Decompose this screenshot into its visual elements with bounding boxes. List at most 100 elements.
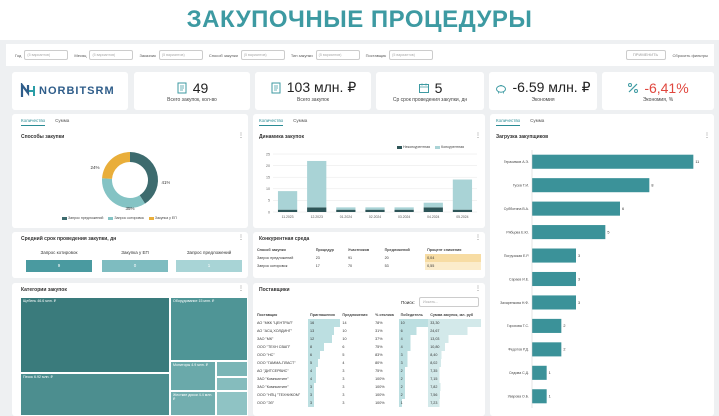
bar-segment[interactable] — [307, 207, 327, 212]
more-menu-icon[interactable]: ⋮ — [475, 234, 481, 241]
bar-segment[interactable] — [365, 209, 385, 212]
table-row[interactable]: ООО "НПЦ "ТЕХНИКОМ" 3 3 100% 2 7,56 — [255, 391, 481, 399]
table-row[interactable]: ООО "ТЕХН СВАП" 8 6 75% 4 10,80 — [255, 343, 481, 351]
filter-supplier-select[interactable]: (5 вариантов) — [389, 50, 434, 60]
filter-year-select[interactable]: (5 вариантов) — [24, 50, 69, 60]
tab-sum[interactable]: Сумма — [293, 118, 307, 126]
avg-label: Закупка у ЕП — [121, 250, 149, 255]
table-row[interactable]: ЗАО "Компьютинг" 4 3 100% 2 7,15 — [255, 375, 481, 383]
bar-segment[interactable] — [394, 207, 414, 210]
bar-value-label: 3 — [578, 301, 580, 305]
table-row[interactable]: ООО "НС" 6 5 83% 3 8,40 — [255, 351, 481, 359]
reset-filters-link[interactable]: Сбросить фильтры — [673, 53, 708, 58]
avg-label: Запрос предложений — [186, 250, 232, 255]
bar[interactable] — [532, 389, 547, 404]
winner-cell: 1 — [398, 399, 429, 407]
tab-count[interactable]: Количество — [21, 118, 46, 126]
more-menu-icon[interactable]: ⋮ — [238, 234, 244, 241]
cell: 0,04 — [425, 254, 481, 262]
treemap-tile-hard-drives[interactable]: Жесткие диски 4.4 млн. ₽ — [170, 391, 216, 416]
bar[interactable] — [532, 248, 576, 263]
table-row[interactable]: АО "ДИТСЕРВИС" 4 3 75% 2 7,35 — [255, 367, 481, 375]
bar[interactable] — [532, 154, 694, 169]
donut-slice[interactable] — [130, 152, 158, 204]
cell: 17 — [315, 264, 320, 268]
filter-method-select[interactable]: (5 вариантов) — [240, 50, 285, 60]
more-menu-icon[interactable]: ⋮ — [704, 132, 710, 139]
x-tick-label: 11.2023 — [282, 215, 294, 219]
more-menu-icon[interactable]: ⋮ — [475, 285, 481, 292]
donut-slice[interactable] — [102, 178, 146, 208]
bar-segment[interactable] — [394, 209, 414, 212]
response-pct-cell: 75% — [375, 369, 383, 373]
bar-value-label: 6 — [622, 207, 624, 211]
more-menu-icon[interactable]: ⋮ — [238, 132, 244, 139]
x-tick-label: 01.2024 — [340, 215, 352, 219]
tab-sum[interactable]: Сумма — [55, 118, 69, 126]
bar-segment[interactable] — [365, 207, 385, 210]
filter-type-select[interactable]: (5 вариантов) — [315, 50, 360, 60]
treemap-tile[interactable] — [216, 377, 248, 391]
donut-slice[interactable] — [102, 152, 130, 179]
tab-count[interactable]: Количество — [259, 118, 284, 126]
bar-segment[interactable] — [277, 191, 298, 210]
y-tick-label: 15 — [266, 176, 270, 180]
supplier-name: ООО "НС" — [257, 353, 275, 357]
bar-segment[interactable] — [336, 209, 356, 212]
treemap-tile-sand[interactable]: Песок 6.92 млн. ₽ — [20, 373, 170, 416]
bar[interactable] — [532, 178, 650, 193]
methods-title: Способы закупки — [21, 134, 65, 140]
bar-segment[interactable] — [452, 209, 473, 212]
filter-label-year: Год — [15, 52, 22, 58]
bar[interactable] — [532, 201, 620, 216]
bar-segment[interactable] — [307, 160, 327, 208]
bar[interactable] — [532, 365, 547, 380]
search-input[interactable]: Искать... — [419, 297, 479, 307]
sum-cell: 13,03 — [428, 335, 481, 343]
y-tick-label: 10 — [266, 187, 270, 191]
bar[interactable] — [532, 318, 562, 333]
treemap-tile-gravel[interactable]: Щебень 46.6 млн. ₽ — [20, 297, 170, 373]
table-row[interactable]: ООО "ГАММА-ПЛАСТ" 5 4 80% 3 8,02 — [255, 359, 481, 367]
treemap-tile[interactable] — [216, 361, 248, 377]
treemap-tile-monitors[interactable]: Мониторы 4.9 млн. ₽ — [170, 361, 216, 391]
treemap-tile-equipment[interactable]: Оборудование 15 млн. ₽ — [170, 297, 248, 361]
tab-count[interactable]: Количество — [496, 118, 521, 126]
bar[interactable] — [532, 342, 562, 357]
more-menu-icon[interactable]: ⋮ — [238, 285, 244, 292]
table-row[interactable]: ООО "ЭЗ" 3 3 100% 1 7,23 — [255, 399, 481, 407]
bar-segment[interactable] — [423, 207, 443, 212]
col-header: Процедур — [315, 248, 334, 252]
treemap-tile[interactable] — [216, 391, 248, 416]
kpi-savings: -6.59 млн. ₽ Экономия — [489, 72, 597, 110]
search-label: Поиск: — [401, 300, 415, 305]
page-title: ЗАКУПОЧНЫЕ ПРОЦЕДУРЫ — [0, 0, 719, 40]
more-menu-icon[interactable]: ⋮ — [475, 132, 481, 139]
table-row[interactable]: АО "АСЦ ХОЛДИНГ" 13 10 31% 6 24,67 — [255, 327, 481, 335]
filter-month-select[interactable]: (5 вариантов) — [89, 50, 134, 60]
bar-segment[interactable] — [336, 207, 356, 210]
tab-sum[interactable]: Сумма — [530, 118, 544, 126]
table-row[interactable]: ЗАО "Компьютинг" 3 3 100% 2 7,82 — [255, 383, 481, 391]
kpi-value: 49 — [192, 79, 209, 96]
bar-segment[interactable] — [452, 179, 473, 210]
bar[interactable] — [532, 271, 576, 287]
response-pct-cell: 83% — [375, 353, 383, 357]
cell: 23 — [315, 256, 320, 260]
proposals-cell: 3 — [342, 393, 345, 397]
bar[interactable] — [532, 295, 576, 310]
table-row[interactable]: АО "МКК "ЦЕНТРАЛ" 16 14 78% 10 33,30 — [255, 319, 481, 327]
bar-segment[interactable] — [277, 209, 298, 212]
legend-label: Неконкурентная — [403, 145, 431, 149]
invitations-cell: 3 — [308, 399, 341, 407]
avg-value-box: 0 — [102, 260, 168, 272]
methods-donut-chart: 41% 35% 24% — [90, 152, 170, 211]
filter-customer-select[interactable]: (5 вариантов) — [158, 50, 203, 60]
supplier-name: АО "МКК "ЦЕНТРАЛ" — [257, 321, 293, 325]
col-header: Предложений — [384, 248, 410, 252]
invitations-cell: 4 — [308, 375, 341, 383]
bar[interactable] — [532, 225, 606, 240]
apply-button[interactable]: ПРИМЕНИТЬ — [625, 50, 666, 60]
bar-segment[interactable] — [423, 202, 443, 208]
table-row[interactable]: ЗАО "МК" 12 10 37% 4 13,03 — [255, 335, 481, 343]
